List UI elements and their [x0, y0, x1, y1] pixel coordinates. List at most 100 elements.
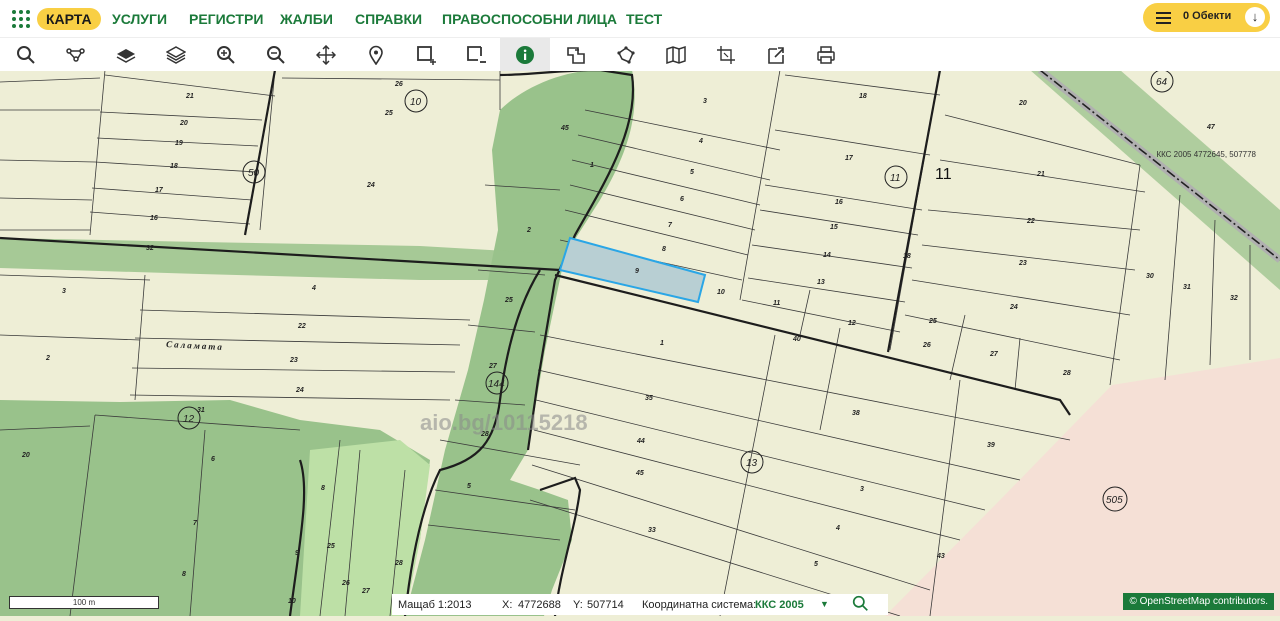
- node-route-icon: [66, 45, 86, 65]
- svg-text:50: 50: [248, 168, 260, 179]
- search-icon[interactable]: [852, 595, 869, 615]
- svg-text:12: 12: [183, 414, 195, 425]
- export-button[interactable]: [751, 38, 801, 71]
- map-fold-button[interactable]: [651, 38, 701, 71]
- svg-text:24: 24: [295, 387, 304, 394]
- svg-text:8: 8: [182, 571, 186, 578]
- svg-text:12: 12: [848, 320, 856, 327]
- location-button[interactable]: [351, 38, 401, 71]
- svg-text:4: 4: [835, 525, 840, 532]
- svg-text:11: 11: [890, 173, 900, 184]
- svg-text:22: 22: [297, 323, 306, 330]
- map-document-button[interactable]: [551, 38, 601, 71]
- svg-text:32: 32: [146, 245, 154, 252]
- nav-item-pravosposobni-lica[interactable]: ПРАВОСПОСОБНИ ЛИЦА: [442, 8, 617, 30]
- watermark: aio.bg/10115218: [420, 410, 588, 435]
- info-icon: [515, 45, 535, 65]
- print-button[interactable]: [801, 38, 851, 71]
- svg-text:1: 1: [590, 162, 594, 169]
- layer-stack-tool-button[interactable]: [151, 38, 201, 71]
- svg-text:38: 38: [852, 410, 860, 417]
- svg-text:20: 20: [21, 452, 30, 459]
- svg-text:22: 22: [1026, 218, 1035, 225]
- crs-select[interactable]: ККС 2005: [755, 599, 804, 611]
- rectangle-select-icon: [416, 45, 436, 65]
- svg-text:24: 24: [1009, 304, 1018, 311]
- svg-text:64: 64: [1156, 77, 1168, 88]
- svg-text:18: 18: [859, 93, 867, 100]
- svg-text:45: 45: [635, 470, 644, 477]
- svg-text:16: 16: [835, 199, 843, 206]
- crop-icon: [716, 45, 736, 65]
- svg-text:23: 23: [1018, 260, 1027, 267]
- nav-item-test[interactable]: ТЕСТ: [626, 8, 662, 30]
- nav-item-spravki[interactable]: СПРАВКИ: [355, 8, 422, 30]
- svg-text:28: 28: [394, 560, 403, 567]
- svg-text:10: 10: [288, 598, 296, 605]
- top-navigation: КАРТА УСЛУГИ РЕГИСТРИ ЖАЛБИ СПРАВКИ ПРАВ…: [0, 0, 1280, 37]
- zoom-out-button[interactable]: [251, 38, 301, 71]
- nav-item-karta[interactable]: КАРТА: [37, 8, 101, 30]
- svg-text:39: 39: [987, 442, 995, 449]
- svg-text:25: 25: [504, 297, 513, 304]
- chevron-down-icon[interactable]: ▼: [820, 599, 829, 609]
- svg-text:26: 26: [341, 580, 350, 587]
- svg-text:10: 10: [410, 97, 422, 108]
- polygon-button[interactable]: [601, 38, 651, 71]
- svg-text:13: 13: [817, 279, 825, 286]
- nav-item-uslugi[interactable]: УСЛУГИ: [112, 8, 167, 30]
- svg-text:13: 13: [746, 458, 758, 469]
- svg-text:18: 18: [903, 253, 911, 260]
- svg-text:17: 17: [155, 187, 164, 194]
- svg-text:3: 3: [703, 98, 707, 105]
- map-canvas[interactable]: 26 21 20 19 18 17 16 25 24 32 3 2 4 22 2…: [0, 70, 1280, 616]
- svg-text:25: 25: [384, 110, 393, 117]
- svg-text:19: 19: [175, 140, 183, 147]
- svg-text:28: 28: [1062, 370, 1071, 377]
- svg-text:26: 26: [922, 342, 931, 349]
- svg-text:1: 1: [660, 340, 664, 347]
- osm-attribution[interactable]: © OpenStreetMap contributors.: [1123, 593, 1274, 610]
- nav-item-zhalbi[interactable]: ЖАЛБИ: [280, 8, 333, 30]
- zoom-in-button[interactable]: [201, 38, 251, 71]
- svg-text:8: 8: [321, 485, 325, 492]
- svg-text:5: 5: [690, 169, 694, 176]
- svg-text:8: 8: [662, 246, 666, 253]
- cadastral-map[interactable]: 26 21 20 19 18 17 16 25 24 32 3 2 4 22 2…: [0, 70, 1280, 616]
- svg-text:6: 6: [211, 456, 215, 463]
- x-label: X:: [502, 599, 512, 611]
- rectangle-select-button[interactable]: [401, 38, 451, 71]
- apps-grid-icon[interactable]: [12, 10, 30, 28]
- scale-value[interactable]: 2013: [447, 599, 471, 611]
- svg-text:47: 47: [1206, 124, 1216, 131]
- export-icon: [766, 45, 786, 65]
- objects-count-label: 0 Обекти: [1183, 10, 1231, 22]
- pan-button[interactable]: [301, 38, 351, 71]
- arrow-down-icon[interactable]: ↓: [1245, 7, 1265, 27]
- search-tool-button[interactable]: [1, 38, 51, 71]
- svg-text:31: 31: [1183, 284, 1191, 291]
- svg-text:35: 35: [645, 395, 653, 402]
- map-fold-icon: [666, 45, 686, 65]
- map-toolbar: [0, 37, 1280, 71]
- svg-text:10: 10: [717, 289, 725, 296]
- objects-button[interactable]: 0 Обекти ↓: [1143, 3, 1270, 32]
- rectangle-deselect-button[interactable]: [451, 38, 501, 71]
- svg-text:43: 43: [936, 553, 945, 560]
- location-pin-icon: [366, 45, 386, 65]
- route-tool-button[interactable]: [51, 38, 101, 71]
- svg-text:144: 144: [488, 379, 505, 390]
- search-icon: [16, 45, 36, 65]
- svg-text:17: 17: [845, 155, 854, 162]
- crop-button[interactable]: [701, 38, 751, 71]
- svg-text:15: 15: [830, 224, 838, 231]
- svg-text:5: 5: [814, 561, 818, 568]
- svg-text:4: 4: [698, 138, 703, 145]
- info-button[interactable]: [500, 38, 550, 71]
- layers-tool-button[interactable]: [101, 38, 151, 71]
- svg-text:20: 20: [1018, 100, 1027, 107]
- nav-item-registri[interactable]: РЕГИСТРИ: [189, 8, 263, 30]
- svg-text:24: 24: [366, 182, 375, 189]
- svg-text:3: 3: [62, 288, 66, 295]
- svg-text:9: 9: [295, 550, 299, 557]
